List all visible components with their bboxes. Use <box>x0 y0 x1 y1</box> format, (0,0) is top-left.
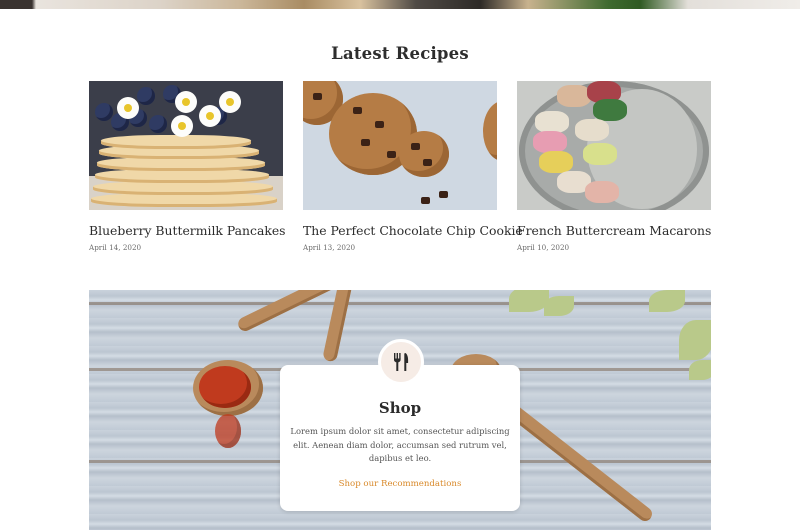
recipe-image-pancakes[interactable] <box>89 81 283 210</box>
recipe-card[interactable]: French Buttercream Macarons April 10, 20… <box>517 81 711 252</box>
recipe-title[interactable]: The Perfect Chocolate Chip Cookie <box>303 223 523 238</box>
shop-card: Shop Lorem ipsum dolor sit amet, consect… <box>280 365 520 511</box>
latest-recipes-heading: Latest Recipes <box>331 44 469 63</box>
recipe-title[interactable]: Blueberry Buttermilk Pancakes <box>89 223 286 238</box>
shop-title: Shop <box>378 399 422 417</box>
shop-icon-badge <box>378 339 424 385</box>
shop-recommendations-link[interactable]: Shop our Recommendations <box>339 479 462 489</box>
shop-description: Lorem ipsum dolor sit amet, consectetur … <box>290 426 510 463</box>
recipe-image-macarons[interactable] <box>517 81 711 210</box>
recipe-title[interactable]: French Buttercream Macarons <box>517 223 711 238</box>
recipe-card[interactable]: Blueberry Buttermilk Pancakes April 14, … <box>89 81 286 252</box>
recipe-image-cookie[interactable] <box>303 81 497 210</box>
hero-image-strip <box>0 0 800 9</box>
recipe-card[interactable]: The Perfect Chocolate Chip Cookie April … <box>303 81 523 252</box>
recipe-date: April 14, 2020 <box>89 243 142 252</box>
recipe-date: April 13, 2020 <box>303 243 356 252</box>
recipe-date: April 10, 2020 <box>517 243 570 252</box>
fork-knife-icon <box>394 353 409 371</box>
